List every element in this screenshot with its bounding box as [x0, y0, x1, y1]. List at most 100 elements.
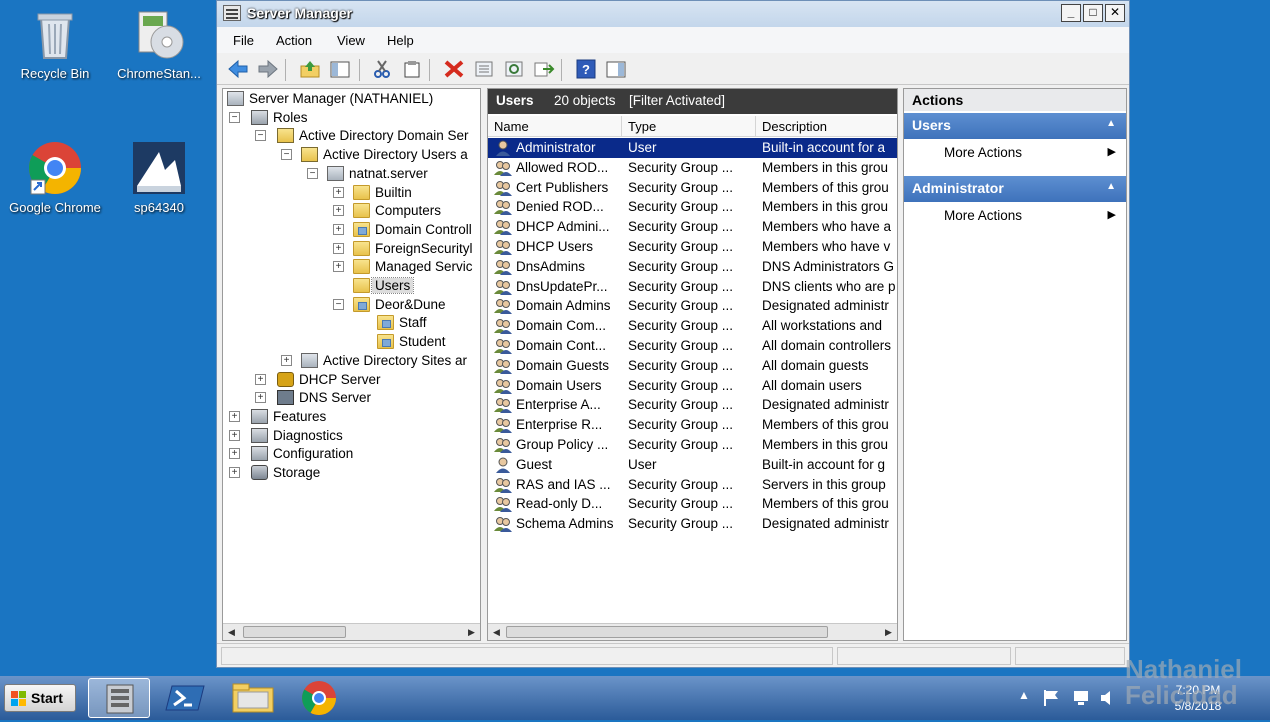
expand-icon[interactable]: +	[333, 242, 344, 254]
table-row[interactable]: Domain Com... Security Group ... All works…	[488, 316, 897, 336]
expand-icon[interactable]: +	[229, 429, 240, 441]
expand-icon[interactable]: +	[281, 354, 292, 366]
expand-icon[interactable]: +	[333, 205, 344, 217]
expand-icon[interactable]: +	[333, 261, 344, 273]
scroll-thumb[interactable]	[506, 626, 828, 638]
taskbar-powershell[interactable]	[156, 678, 218, 718]
tree-item[interactable]: Student	[223, 333, 480, 351]
maximize-button[interactable]: □	[1083, 4, 1103, 22]
back-icon[interactable]	[227, 59, 249, 79]
show-hide-action-pane-icon[interactable]	[605, 59, 627, 79]
table-row[interactable]: DnsUpdatePr... Security Group ... DNS clie…	[488, 277, 897, 297]
tree-item[interactable]: + Domain Controll	[223, 221, 480, 239]
expand-icon[interactable]: +	[333, 186, 344, 198]
horizontal-scrollbar[interactable]: ◀ ▶	[223, 623, 480, 640]
more-actions-administrator[interactable]: More Actions ▶	[904, 203, 1126, 229]
table-row[interactable]: Administrator User Built-in account for a	[488, 138, 897, 158]
tree-item[interactable]: + DHCP Server	[223, 371, 480, 389]
table-row[interactable]: Domain Admins Security Group ... Designate…	[488, 296, 897, 316]
tree-item[interactable]: − Active Directory Domain Ser	[223, 127, 480, 145]
collapse-icon[interactable]: −	[255, 130, 266, 142]
expand-icon[interactable]: +	[229, 467, 240, 478]
title-bar[interactable]: Server Manager _ □ ✕	[217, 1, 1129, 27]
table-row[interactable]: DnsAdmins Security Group ... DNS Administr…	[488, 257, 897, 277]
tree-item[interactable]: + ForeignSecurityl	[223, 240, 480, 258]
menu-view[interactable]: View	[337, 33, 365, 48]
show-hidden-icons-icon[interactable]: ▲	[1018, 688, 1030, 702]
volume-icon[interactable]	[1098, 688, 1118, 708]
table-row[interactable]: Domain Users Security Group ... All domain…	[488, 376, 897, 396]
tree-item[interactable]: + Configuration	[223, 445, 480, 463]
actions-section-administrator[interactable]: Administrator ▲	[904, 176, 1126, 202]
desktop-icon-recycle-bin[interactable]: Recycle Bin	[2, 6, 108, 81]
refresh-icon[interactable]	[503, 59, 525, 79]
minimize-button[interactable]: _	[1061, 4, 1081, 22]
menu-action[interactable]: Action	[276, 33, 312, 48]
desktop-icon-sp64340[interactable]: sp64340	[106, 140, 212, 215]
column-header-name[interactable]: Name	[488, 116, 622, 137]
export-list-icon[interactable]	[533, 59, 555, 79]
menu-file[interactable]: File	[233, 33, 254, 48]
network-icon[interactable]	[1072, 688, 1092, 708]
tree-item[interactable]: − Active Directory Users a	[223, 146, 480, 164]
taskbar-chrome[interactable]	[288, 678, 350, 718]
desktop-icon-google-chrome[interactable]: Google Chrome	[2, 140, 108, 215]
table-row[interactable]: Cert Publishers Security Group ... Members…	[488, 178, 897, 198]
table-row[interactable]: Read-only D... Security Group ... Members …	[488, 494, 897, 514]
start-button[interactable]: Start	[4, 684, 76, 712]
actions-section-users[interactable]: Users ▲	[904, 113, 1126, 139]
tree-item[interactable]: Staff	[223, 314, 480, 332]
properties-icon[interactable]	[473, 59, 495, 79]
column-header-type[interactable]: Type	[622, 116, 756, 137]
collapse-icon[interactable]: −	[333, 298, 344, 310]
up-folder-icon[interactable]	[299, 59, 321, 79]
expand-icon[interactable]: +	[229, 448, 240, 460]
taskbar-explorer[interactable]	[222, 678, 284, 718]
expand-icon[interactable]: +	[255, 392, 266, 404]
table-row[interactable]: Enterprise A... Security Group ... Designa…	[488, 395, 897, 415]
scroll-thumb[interactable]	[243, 626, 346, 638]
table-row[interactable]: Denied ROD... Security Group ... Members i…	[488, 197, 897, 217]
copy-icon[interactable]	[401, 59, 423, 79]
table-row[interactable]: Enterprise R... Security Group ... Members…	[488, 415, 897, 435]
table-row[interactable]: RAS and IAS ... Security Group ... Servers…	[488, 475, 897, 495]
desktop-icon-chromestandalone[interactable]: ChromeStan...	[106, 6, 212, 81]
tree-item[interactable]: Users	[223, 277, 480, 295]
tree-item[interactable]: + DNS Server	[223, 389, 480, 407]
tree-item[interactable]: + Managed Servic	[223, 258, 480, 276]
tree-item[interactable]: + Diagnostics	[223, 427, 480, 445]
horizontal-scrollbar[interactable]: ◀ ▶	[488, 623, 897, 640]
show-hide-tree-icon[interactable]	[329, 59, 351, 79]
tree-item[interactable]: − Roles	[223, 109, 480, 127]
collapse-icon[interactable]: ▲	[1106, 118, 1116, 129]
table-row[interactable]: DHCP Users Security Group ... Members who …	[488, 237, 897, 257]
table-row[interactable]: Guest User Built-in account for g	[488, 455, 897, 475]
tree-item[interactable]: Server Manager (NATHANIEL)	[223, 90, 480, 108]
action-center-flag-icon[interactable]	[1042, 688, 1062, 708]
scroll-right-icon[interactable]: ▶	[880, 624, 897, 640]
collapse-icon[interactable]: −	[281, 149, 292, 161]
scroll-left-icon[interactable]: ◀	[223, 624, 240, 640]
table-row[interactable]: Domain Guests Security Group ... All domai…	[488, 356, 897, 376]
expand-icon[interactable]: +	[333, 223, 344, 235]
tree-item[interactable]: + Features	[223, 408, 480, 426]
tree-item[interactable]: + Storage	[223, 464, 480, 482]
expand-icon[interactable]: +	[229, 410, 240, 422]
collapse-icon[interactable]: −	[307, 167, 318, 179]
scroll-left-icon[interactable]: ◀	[488, 624, 505, 640]
collapse-icon[interactable]: −	[229, 111, 240, 123]
expand-icon[interactable]: +	[255, 373, 266, 385]
close-button[interactable]: ✕	[1105, 4, 1125, 22]
scroll-right-icon[interactable]: ▶	[463, 624, 480, 640]
table-row[interactable]: Domain Cont... Security Group ... All doma…	[488, 336, 897, 356]
table-row[interactable]: DHCP Admini... Security Group ... Members …	[488, 217, 897, 237]
tree-item[interactable]: − Deor&Dune	[223, 296, 480, 314]
help-icon[interactable]: ?	[575, 59, 597, 79]
collapse-icon[interactable]: ▲	[1106, 181, 1116, 192]
table-row[interactable]: Schema Admins Security Group ... Designate…	[488, 514, 897, 534]
forward-icon[interactable]	[257, 59, 279, 79]
tree-item[interactable]: + Computers	[223, 202, 480, 220]
tree-item[interactable]: + Builtin	[223, 184, 480, 202]
taskbar-server-manager[interactable]	[88, 678, 150, 718]
delete-icon[interactable]	[443, 59, 465, 79]
